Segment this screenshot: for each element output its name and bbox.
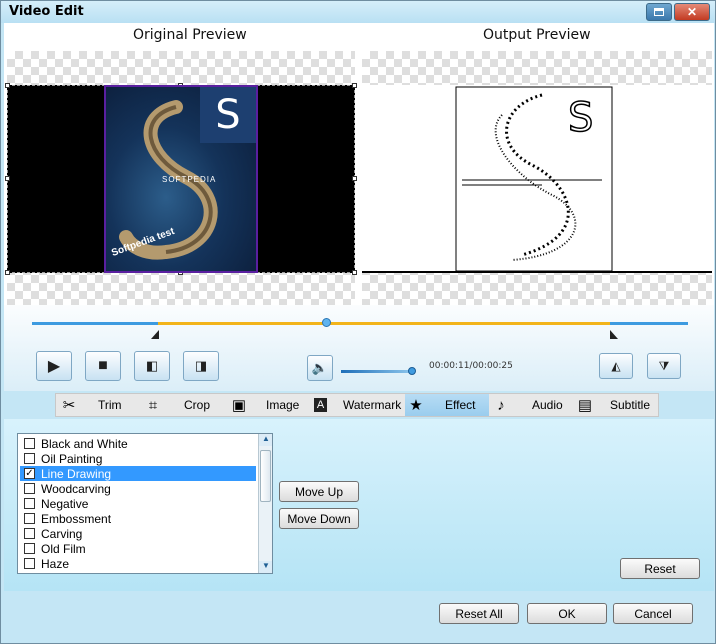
checkbox[interactable]: [24, 513, 35, 524]
tab-effect[interactable]: ★ Effect: [405, 394, 489, 416]
crop-handle-ml[interactable]: [5, 176, 10, 181]
effect-item-haze[interactable]: Haze: [20, 556, 256, 571]
clip-start-icon: ◧: [145, 358, 159, 373]
effect-item-negative[interactable]: Negative: [20, 496, 256, 511]
checkbox[interactable]: [24, 558, 35, 569]
image-icon: ▣: [231, 397, 247, 414]
close-button[interactable]: ✕: [674, 3, 710, 21]
effect-item-woodcarving[interactable]: Woodcarving: [20, 481, 256, 496]
reset-button[interactable]: Reset: [620, 558, 700, 579]
music-note-icon: ♪: [497, 396, 505, 414]
timeline-selection[interactable]: [158, 322, 610, 325]
scissors-icon: ✂: [62, 397, 76, 414]
start-marker[interactable]: [151, 330, 159, 339]
maximize-button[interactable]: [646, 3, 672, 21]
clip-end-icon: ◨: [194, 358, 208, 373]
volume-button[interactable]: 🔈: [307, 355, 333, 381]
crop-handle-tr[interactable]: [352, 83, 357, 88]
timeline-track-right[interactable]: [610, 322, 688, 325]
star-icon: ★: [409, 397, 423, 414]
cancel-button[interactable]: Cancel: [613, 603, 693, 624]
video-edit-window: Video Edit ✕ Original Preview Output Pre…: [0, 0, 716, 644]
effect-item-black-and-white[interactable]: Black and White: [20, 436, 256, 451]
flip-vertical-button[interactable]: ⧩: [647, 353, 681, 379]
speaker-icon: 🔈: [311, 360, 329, 375]
volume-slider[interactable]: [341, 370, 413, 373]
close-icon: ✕: [686, 5, 698, 19]
scroll-down-icon[interactable]: ▼: [259, 561, 272, 573]
volume-thumb[interactable]: [408, 367, 416, 375]
checkbox[interactable]: [24, 438, 35, 449]
tab-image[interactable]: ▣ Image: [230, 394, 299, 416]
end-marker[interactable]: [610, 330, 618, 339]
effect-item-embossment[interactable]: Embossment: [20, 511, 256, 526]
thumb-caption: SOFTPEDIA: [162, 175, 217, 184]
playhead[interactable]: [322, 318, 331, 327]
stop-icon: ■: [98, 357, 108, 374]
move-down-button[interactable]: Move Down: [279, 508, 359, 529]
tab-trim[interactable]: ✂ Trim: [60, 394, 122, 416]
video-thumbnail: S SOFTPEDIA Softpedia test: [104, 85, 258, 273]
checkbox[interactable]: [24, 543, 35, 554]
dialog-footer: [4, 593, 714, 642]
list-scrollbar[interactable]: ▲ ▼: [258, 434, 272, 573]
edit-tabs: ✂ Trim ⌗ Crop ▣ Image A Watermark ★ Effe…: [55, 393, 659, 417]
effect-item-old-film[interactable]: Old Film: [20, 541, 256, 556]
checkbox[interactable]: [24, 453, 35, 464]
effect-item-line-drawing[interactable]: ✓ Line Drawing: [20, 466, 256, 481]
checkbox[interactable]: [24, 483, 35, 494]
effect-list: Black and White Oil Painting ✓ Line Drawi…: [17, 433, 273, 574]
play-icon: ▶: [47, 358, 61, 375]
reset-all-button[interactable]: Reset All: [439, 603, 519, 624]
title-bar: Video Edit ✕: [1, 1, 715, 23]
checkbox-checked[interactable]: ✓: [24, 468, 35, 479]
effect-item-carving[interactable]: Carving: [20, 526, 256, 541]
stop-button[interactable]: ■: [85, 351, 121, 381]
crop-handle-bl[interactable]: [5, 270, 10, 275]
s-logo: S: [200, 87, 256, 143]
scroll-thumb[interactable]: [260, 450, 271, 502]
output-preview-title: Output Preview: [483, 27, 591, 43]
set-end-button[interactable]: ◨: [183, 351, 219, 381]
set-start-button[interactable]: ◧: [134, 351, 170, 381]
time-display: 00:00:11/00:00:25: [429, 361, 513, 371]
line-drawing-image: S: [455, 86, 613, 272]
checkbox[interactable]: [24, 528, 35, 539]
checkbox[interactable]: [24, 498, 35, 509]
tab-subtitle[interactable]: ▤ Subtitle: [576, 394, 650, 416]
play-button[interactable]: ▶: [36, 351, 72, 381]
subtitle-icon: ▤: [577, 397, 593, 414]
watermark-icon: A: [314, 398, 327, 412]
crop-handle-br[interactable]: [352, 270, 357, 275]
tab-crop[interactable]: ⌗ Crop: [144, 394, 210, 416]
original-preview-title: Original Preview: [133, 27, 247, 43]
tab-audio[interactable]: ♪ Audio: [492, 394, 562, 416]
svg-text:S: S: [568, 95, 593, 141]
crop-handle-mr[interactable]: [352, 176, 357, 181]
effect-item-oil-painting[interactable]: Oil Painting: [20, 451, 256, 466]
tab-watermark[interactable]: A Watermark: [314, 394, 401, 416]
ok-button[interactable]: OK: [527, 603, 607, 624]
flip-vertical-icon: ⧩: [658, 358, 670, 373]
window-title: Video Edit: [9, 4, 84, 19]
crop-icon: ⌗: [148, 396, 158, 414]
output-video-frame: S: [362, 85, 712, 273]
crop-handle-tl[interactable]: [5, 83, 10, 88]
scroll-up-icon[interactable]: ▲: [259, 434, 272, 446]
move-up-button[interactable]: Move Up: [279, 481, 359, 502]
flip-horizontal-button[interactable]: ◭: [599, 353, 633, 379]
timeline-track-left[interactable]: [32, 322, 158, 325]
flip-horizontal-icon: ◭: [611, 359, 621, 373]
maximize-icon: [654, 8, 664, 16]
